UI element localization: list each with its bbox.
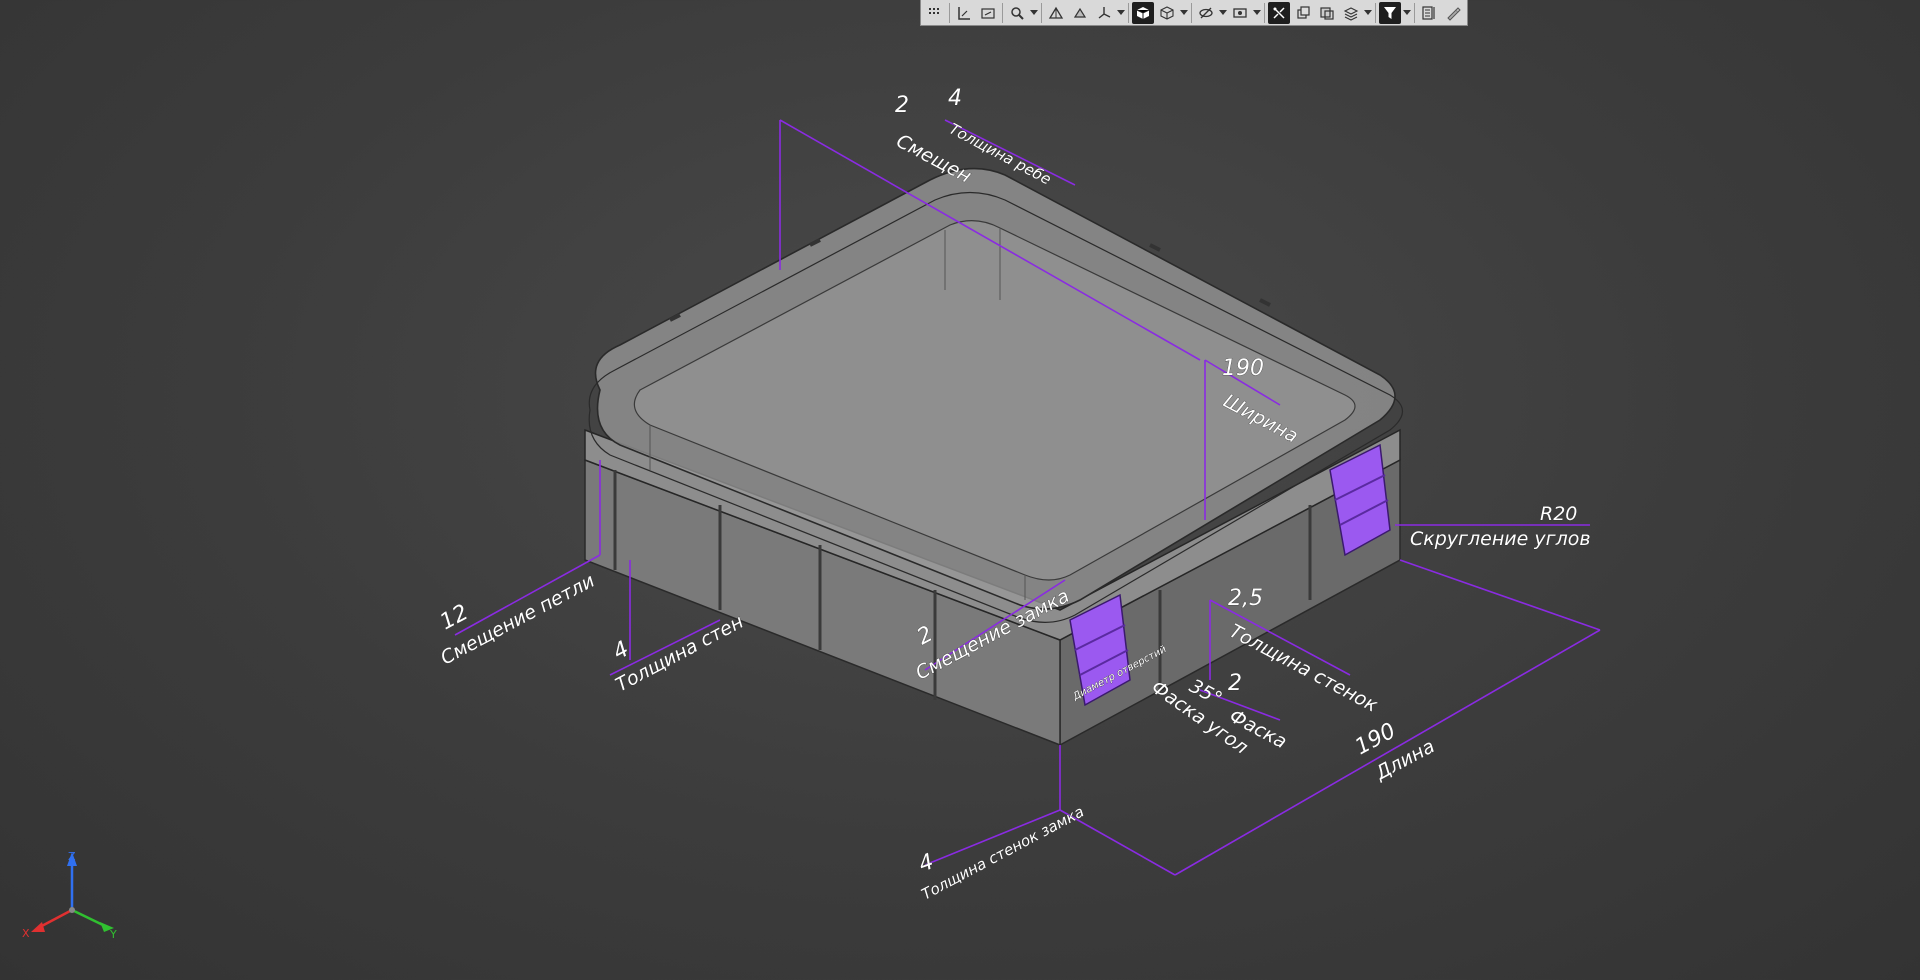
model-scene[interactable]: 12 Смещение петли 4 Толщина стен 2 Смеще… bbox=[0, 0, 1920, 980]
view-front-icon[interactable] bbox=[1045, 2, 1067, 24]
wall-thickness-label: Толщина стенок bbox=[1226, 620, 1382, 717]
hinge-offset-value: 12 bbox=[436, 600, 472, 635]
wall-thickness-value: 2,5 bbox=[1228, 586, 1263, 611]
axes-icon[interactable] bbox=[1093, 2, 1115, 24]
wall-thickness-left-label: Толщина стен bbox=[612, 611, 747, 697]
zoom-dropdown-icon[interactable] bbox=[1029, 2, 1039, 24]
corner-radius-value: R20 bbox=[1540, 503, 1577, 525]
layers-icon[interactable] bbox=[1340, 2, 1362, 24]
wireframe-view-icon[interactable] bbox=[1156, 2, 1178, 24]
visibility-icon[interactable] bbox=[1229, 2, 1251, 24]
rib-thickness-value: 4 bbox=[948, 86, 962, 111]
axis-x-label: X bbox=[22, 927, 30, 940]
chamfer-value: 2 bbox=[1228, 671, 1242, 696]
view-orient-icon[interactable] bbox=[1069, 2, 1091, 24]
top-offset-value: 2 bbox=[895, 93, 909, 118]
axis-y-icon bbox=[71, 908, 106, 928]
view-toolbar bbox=[920, 0, 1468, 26]
width-value: 190 bbox=[1222, 356, 1264, 381]
hide-icon[interactable] bbox=[1195, 2, 1217, 24]
lock-wall-thickness-value: 4 bbox=[916, 849, 938, 877]
grid-icon[interactable] bbox=[924, 2, 946, 24]
axis-x-icon bbox=[37, 908, 73, 930]
shaded-view-icon[interactable] bbox=[1132, 1, 1154, 24]
axis-triad: Z X Y bbox=[22, 850, 117, 941]
visibility-dropdown-icon[interactable] bbox=[1252, 2, 1262, 24]
axis-y-label: Y bbox=[109, 928, 117, 941]
axes-dropdown-icon[interactable] bbox=[1116, 2, 1126, 24]
properties-icon[interactable] bbox=[1418, 2, 1440, 24]
hide-dropdown-icon[interactable] bbox=[1218, 2, 1228, 24]
pick-icon[interactable] bbox=[1442, 2, 1464, 24]
filter-icon[interactable] bbox=[1379, 1, 1401, 24]
layers-dropdown-icon[interactable] bbox=[1363, 2, 1373, 24]
measure-icon[interactable] bbox=[977, 2, 999, 24]
view-mode-dropdown-icon[interactable] bbox=[1179, 2, 1189, 24]
section-icon[interactable] bbox=[1268, 1, 1290, 24]
axis-z-label: Z bbox=[68, 850, 76, 863]
parts-icon[interactable] bbox=[1316, 2, 1338, 24]
copy-icon[interactable] bbox=[1292, 2, 1314, 24]
dimension-icon[interactable] bbox=[953, 2, 975, 24]
corner-radius-label: Скругление углов bbox=[1410, 528, 1591, 550]
zoom-icon[interactable] bbox=[1006, 2, 1028, 24]
filter-dropdown-icon[interactable] bbox=[1402, 2, 1412, 24]
3d-viewport[interactable]: 12 Смещение петли 4 Толщина стен 2 Смеще… bbox=[0, 0, 1920, 980]
lock-wall-thickness-label: Толщина стенок замка bbox=[918, 803, 1087, 904]
